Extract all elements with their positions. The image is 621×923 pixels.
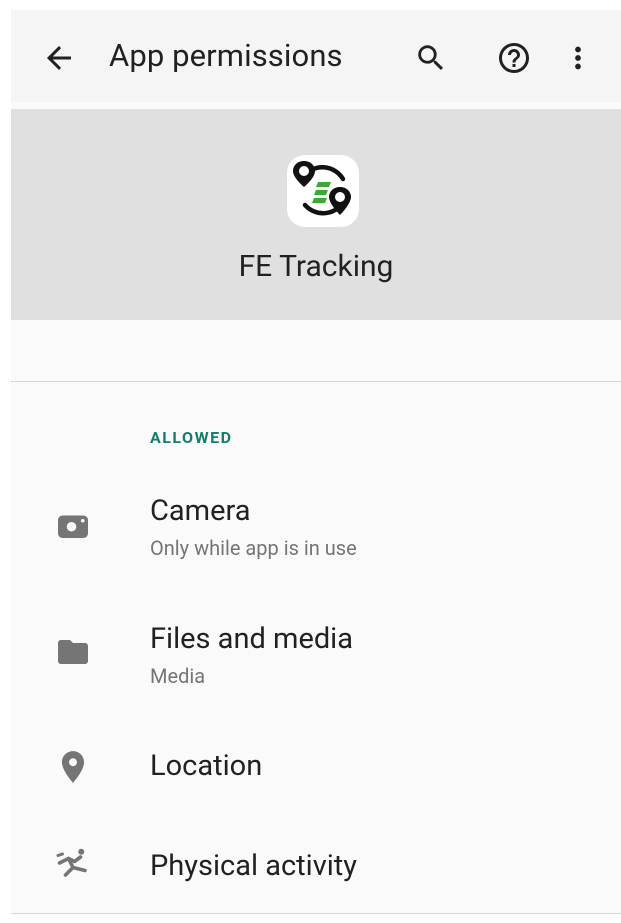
physical-activity-icon (51, 841, 95, 885)
app-name: FE Tracking (238, 249, 394, 284)
back-button[interactable] (41, 40, 77, 76)
section-header-allowed: ALLOWED (150, 428, 233, 447)
permission-label: Camera (150, 494, 251, 528)
location-pin-icon (51, 745, 95, 789)
permission-summary: Only while app is in use (150, 536, 357, 560)
permission-label: Location (150, 749, 263, 783)
help-circle-icon (499, 43, 529, 73)
permission-row-physical-activity[interactable]: Physical activity (11, 833, 621, 923)
permission-row-camera[interactable]: Camera Only while app is in use (11, 480, 621, 590)
permission-label: Physical activity (150, 849, 358, 883)
more-options-button[interactable] (554, 34, 602, 82)
search-icon (418, 45, 444, 71)
folder-icon (51, 630, 95, 674)
app-logo-icon (293, 161, 351, 216)
permission-label: Files and media (150, 622, 353, 656)
app-header: FE Tracking (11, 109, 621, 320)
permission-summary: Media (150, 664, 206, 688)
arrow-back-icon (47, 46, 71, 70)
help-button[interactable] (490, 34, 538, 82)
permission-row-location[interactable]: Location (11, 737, 621, 827)
app-permissions-screen: App permissions FE Tracking ALLOWED Came… (11, 10, 621, 915)
app-icon (287, 155, 359, 227)
divider (11, 913, 621, 914)
search-button[interactable] (407, 34, 455, 82)
permission-row-files-and-media[interactable]: Files and media Media (11, 608, 621, 718)
divider (11, 381, 621, 382)
camera-icon (51, 504, 95, 548)
page-title: App permissions (109, 37, 343, 74)
more-vert-icon (575, 46, 581, 70)
toolbar: App permissions (11, 10, 621, 102)
